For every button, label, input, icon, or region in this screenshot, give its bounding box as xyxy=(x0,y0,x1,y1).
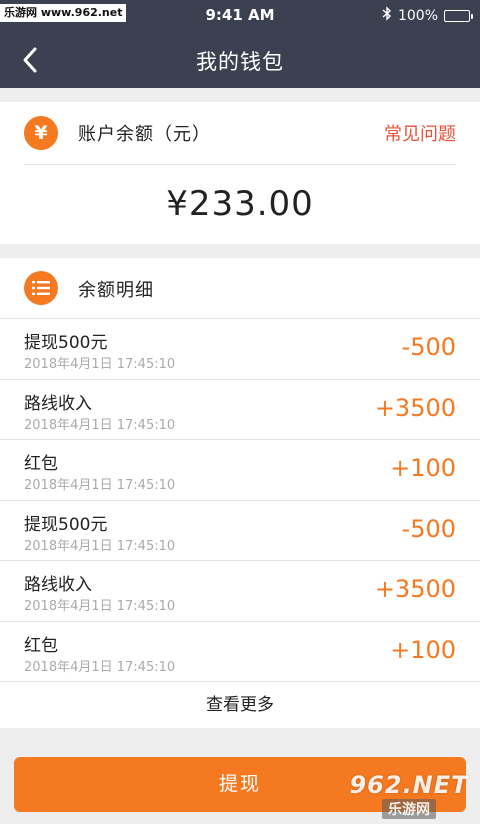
balance-label: 账户余额（元） xyxy=(78,124,211,145)
battery-percent: 100% xyxy=(397,7,438,24)
transaction-title: 提现500元 xyxy=(24,514,108,535)
detail-header: 余额明细 xyxy=(0,258,480,318)
transaction-amount: +3500 xyxy=(374,575,456,603)
transaction-amount: +100 xyxy=(390,454,456,482)
nav-bar: 我的钱包 xyxy=(0,32,480,88)
transaction-title: 提现500元 xyxy=(24,333,108,353)
transaction-row[interactable]: 红包 2018年4月1日 17:45:10 +100 xyxy=(0,622,480,683)
transaction-time: 2018年4月1日 17:45:10 xyxy=(24,599,176,614)
transaction-amount: -500 xyxy=(401,514,456,543)
watermark-label: 乐游网 xyxy=(382,799,436,819)
transaction-row[interactable]: 提现500元 2018年4月1日 17:45:10 -500 xyxy=(0,501,480,561)
transaction-amount: +3500 xyxy=(374,393,456,422)
transaction-time: 2018年4月1日 17:45:10 xyxy=(24,659,176,675)
status-indicators: 100% xyxy=(382,6,473,25)
faq-link[interactable]: 常见问题 xyxy=(384,120,456,146)
balance-amount: ¥233.00 xyxy=(166,184,314,224)
yen-circle-icon: ¥ xyxy=(24,116,58,150)
transaction-time: 2018年4月1日 17:45:10 xyxy=(24,538,176,554)
watermark-suffix: .NET xyxy=(402,771,469,799)
transaction-title: 路线收入 xyxy=(24,575,92,595)
transaction-title: 路线收入 xyxy=(24,393,92,414)
transaction-list: 提现500元 2018年4月1日 17:45:10 -500 路线收入 2018… xyxy=(0,319,480,682)
site-watermark-logo: 962.NET 乐游网 xyxy=(344,770,474,820)
divider xyxy=(24,164,456,165)
transaction-row[interactable]: 路线收入 2018年4月1日 17:45:10 +3500 xyxy=(0,380,480,440)
battery-icon xyxy=(444,9,473,22)
balance-detail-card: 余额明细 提现500元 2018年4月1日 17:45:10 -500 路线收入… xyxy=(0,258,480,728)
transaction-time: 2018年4月1日 17:45:10 xyxy=(24,417,176,433)
app-header: 乐游网 www.962.net 9:41 AM 100% 我的钱包 xyxy=(0,0,480,88)
transaction-title: 红包 xyxy=(24,454,58,474)
transaction-row[interactable]: 红包 2018年4月1日 17:45:10 +100 xyxy=(0,440,480,501)
page-title: 我的钱包 xyxy=(196,50,284,74)
transaction-row[interactable]: 路线收入 2018年4月1日 17:45:10 +3500 xyxy=(0,561,480,622)
transaction-amount: -500 xyxy=(401,333,456,361)
detail-title: 余额明细 xyxy=(78,280,154,301)
balance-card: ¥ 账户余额（元） 常见问题 ¥233.00 xyxy=(0,102,480,244)
view-more-button[interactable]: 查看更多 xyxy=(0,681,480,728)
transaction-amount: +100 xyxy=(390,635,456,664)
transaction-time: 2018年4月1日 17:45:10 xyxy=(24,478,176,493)
transaction-title: 红包 xyxy=(24,635,58,656)
list-circle-icon xyxy=(24,271,58,305)
watermark-number: 962 xyxy=(349,771,403,799)
transaction-time: 2018年4月1日 17:45:10 xyxy=(24,357,176,372)
status-bar: 乐游网 www.962.net 9:41 AM 100% xyxy=(0,0,480,32)
transaction-row[interactable]: 提现500元 2018年4月1日 17:45:10 -500 xyxy=(0,319,480,380)
bluetooth-icon xyxy=(382,6,392,25)
